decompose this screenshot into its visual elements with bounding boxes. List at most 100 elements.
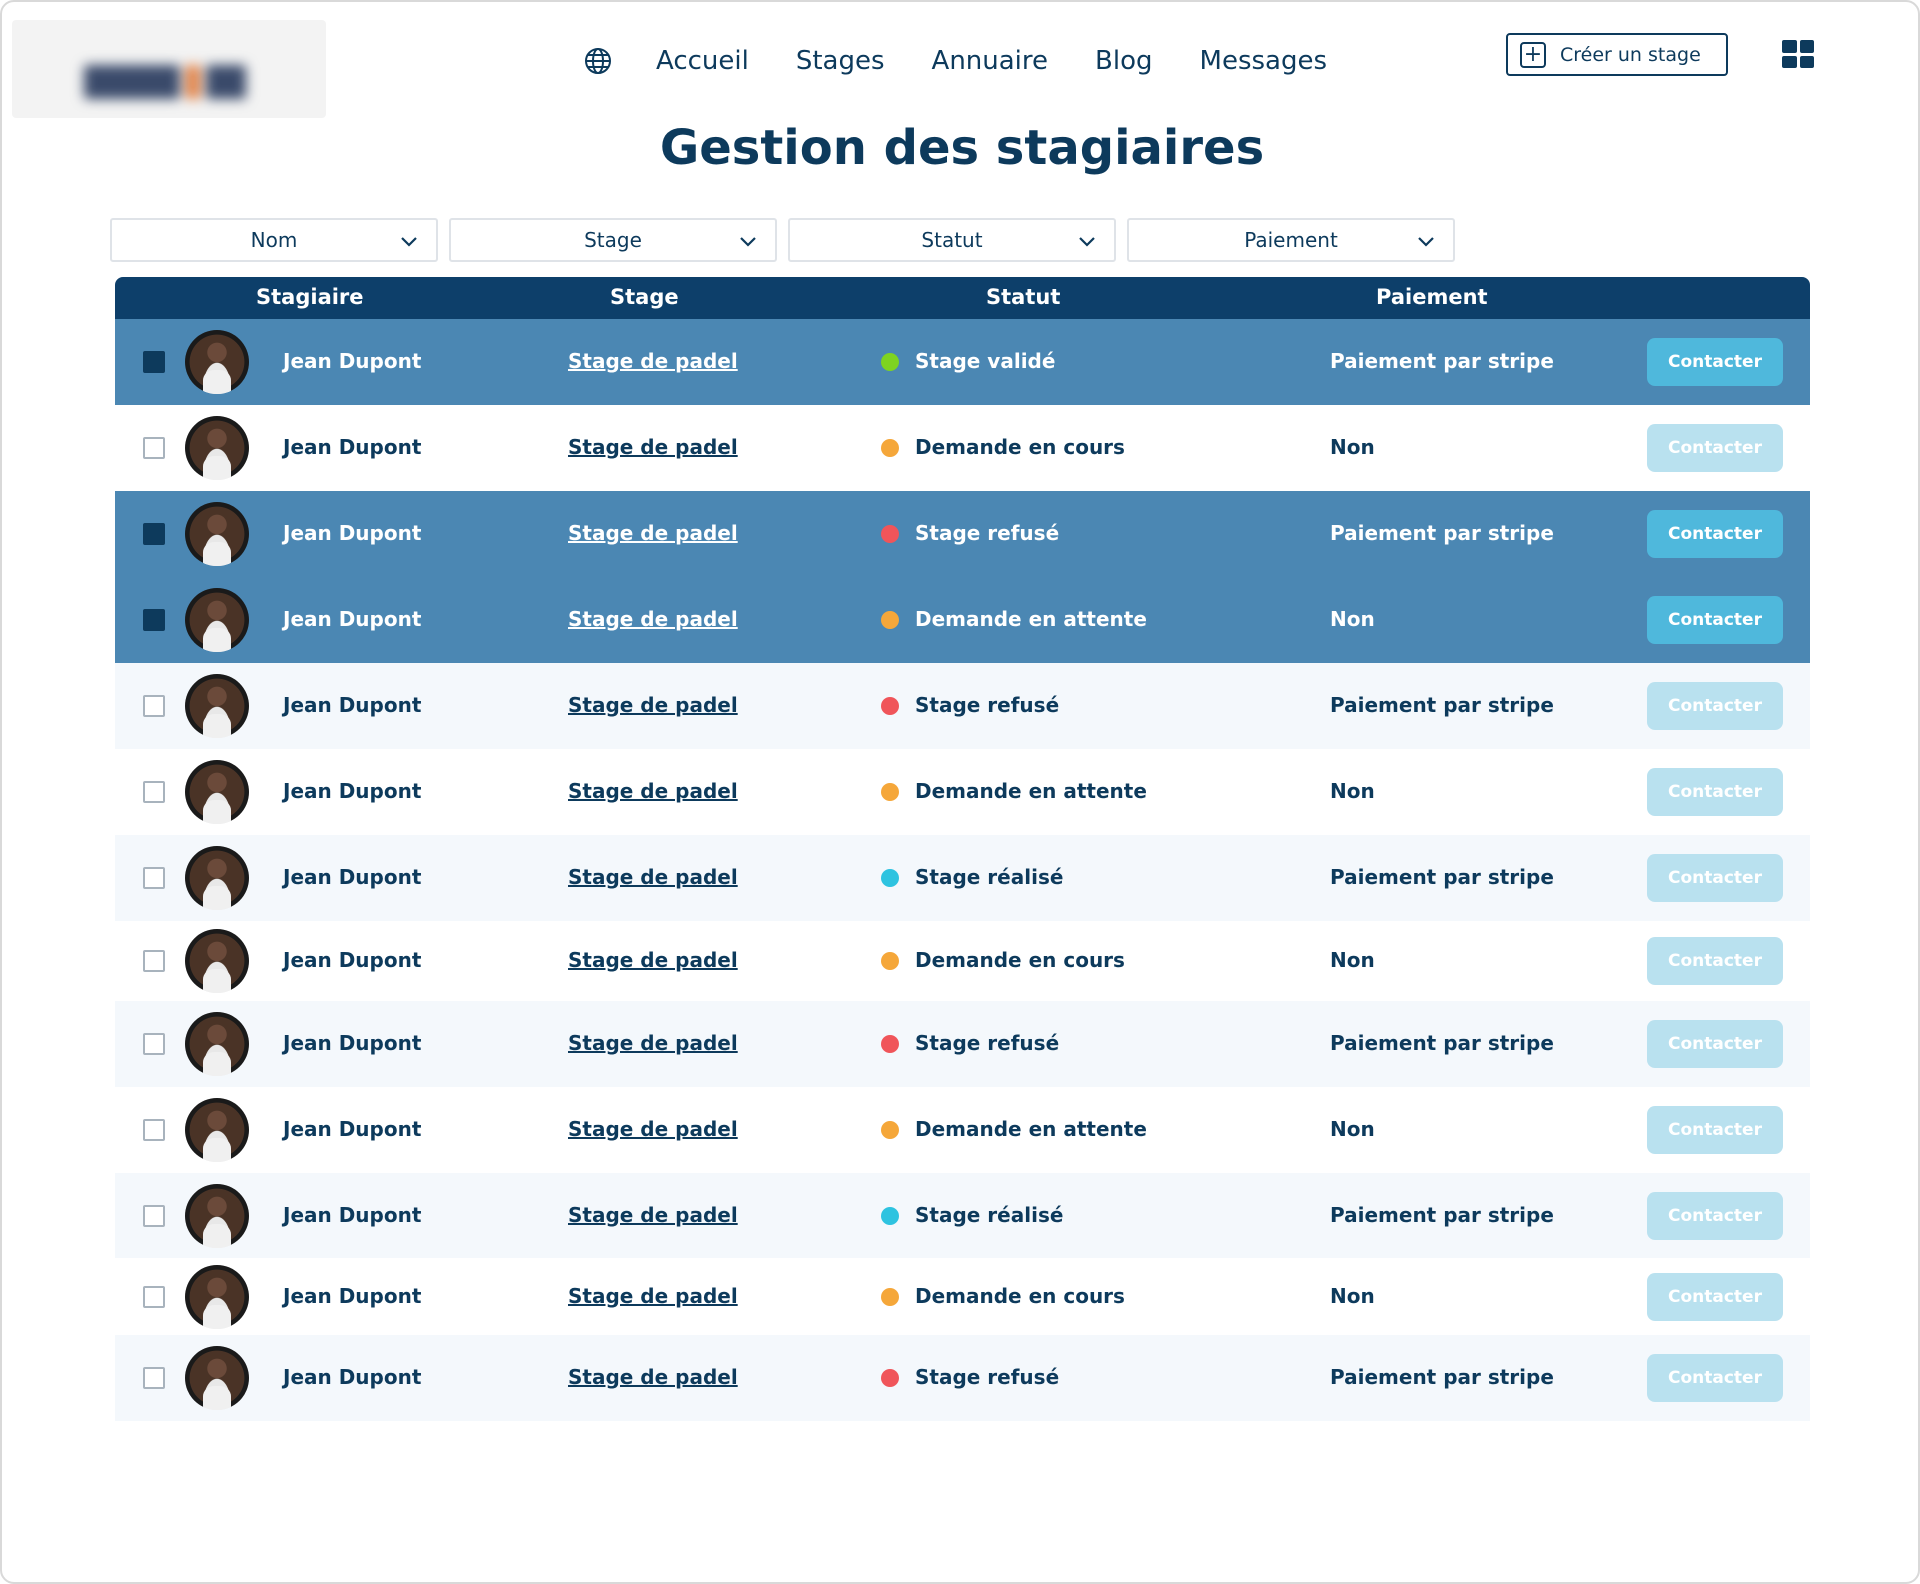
status-dot-icon <box>881 611 899 629</box>
grid-menu-icon[interactable] <box>1782 40 1814 68</box>
table-row[interactable]: Jean Dupont Stage de padel Demande en atte… <box>115 749 1810 835</box>
row-checkbox[interactable] <box>143 1285 165 1308</box>
row-checkbox[interactable] <box>143 1367 165 1389</box>
table-row[interactable]: Jean Dupont Stage de padel Demande en cour… <box>115 405 1810 491</box>
contact-button[interactable]: Contacter <box>1647 596 1783 644</box>
contact-button[interactable]: Contacter <box>1647 424 1783 472</box>
row-checkbox[interactable] <box>143 950 165 972</box>
row-checkbox[interactable] <box>143 695 165 717</box>
table-row[interactable]: Jean Dupont Stage de padel Stage refusé Pai… <box>115 1001 1810 1087</box>
row-checkbox[interactable] <box>143 1119 165 1141</box>
contact-button[interactable]: Contacter <box>1647 1191 1783 1240</box>
payment-text: Non <box>1330 779 1375 803</box>
chevron-down-icon <box>401 237 417 247</box>
row-checkbox[interactable] <box>143 781 165 803</box>
filter-bar: Nom Stage Statut Paiement <box>110 218 1455 262</box>
contact-button[interactable]: Contacter <box>1647 682 1783 730</box>
stage-link[interactable]: Stage de padel <box>568 1203 738 1227</box>
payment-text: Non <box>1330 607 1375 631</box>
stage-link[interactable]: Stage de padel <box>568 1031 738 1055</box>
stage-link[interactable]: Stage de padel <box>568 865 738 889</box>
contact-button[interactable]: Contacter <box>1647 510 1783 558</box>
nav-messages[interactable]: Messages <box>1200 46 1328 76</box>
row-checkbox[interactable] <box>143 609 165 631</box>
row-checkbox[interactable] <box>143 437 165 459</box>
contact-button[interactable]: Contacter <box>1647 1354 1783 1402</box>
stage-link[interactable]: Stage de padel <box>568 521 738 545</box>
filter-stage[interactable]: Stage <box>449 218 777 262</box>
stage-link[interactable]: Stage de padel <box>568 1117 738 1141</box>
nav-blog[interactable]: Blog <box>1095 46 1152 76</box>
globe-icon[interactable] <box>582 45 614 77</box>
avatar <box>185 1264 249 1329</box>
status-dot-icon <box>881 1287 899 1306</box>
status-dot-icon <box>881 869 899 887</box>
stage-link[interactable]: Stage de padel <box>568 349 738 373</box>
contact-button[interactable]: Contacter <box>1647 937 1783 985</box>
payment-text: Paiement par stripe <box>1330 349 1554 373</box>
filter-label: Stage <box>584 228 642 252</box>
nav-accueil[interactable]: Accueil <box>656 46 749 76</box>
intern-name: Jean Dupont <box>283 948 422 972</box>
avatar <box>185 416 249 480</box>
table-row[interactable]: Jean Dupont Stage de padel Demande en atte… <box>115 577 1810 663</box>
status-text: Demande en cours <box>915 435 1125 459</box>
nav-stages[interactable]: Stages <box>796 46 885 76</box>
avatar <box>185 1346 249 1410</box>
intern-name: Jean Dupont <box>283 521 422 545</box>
status-text: Demande en attente <box>915 607 1147 631</box>
table-row[interactable]: Jean Dupont Stage de padel Stage refusé Pai… <box>115 663 1810 749</box>
contact-button[interactable]: Contacter <box>1647 1272 1783 1321</box>
stage-link[interactable]: Stage de padel <box>568 948 738 972</box>
filter-statut[interactable]: Statut <box>788 218 1116 262</box>
status-text: Stage refusé <box>915 693 1060 717</box>
intern-name: Jean Dupont <box>283 693 422 717</box>
avatar <box>185 1012 249 1076</box>
table-row[interactable]: Jean Dupont Stage de padel Demande en atte… <box>115 1087 1810 1173</box>
row-checkbox[interactable] <box>143 351 165 373</box>
status-text: Stage refusé <box>915 1365 1060 1389</box>
intern-name: Jean Dupont <box>283 1202 422 1227</box>
contact-button[interactable]: Contacter <box>1647 338 1783 386</box>
table-row[interactable]: Jean Dupont Stage de padel Demande en cour… <box>115 921 1810 1001</box>
row-checkbox[interactable] <box>143 523 165 545</box>
table-row[interactable]: Jean Dupont Stage de padel Stage refusé Pai… <box>115 1335 1810 1421</box>
payment-text: Non <box>1330 1117 1375 1141</box>
intern-name: Jean Dupont <box>283 1117 422 1141</box>
payment-text: Paiement par stripe <box>1330 865 1554 889</box>
status-dot-icon <box>881 439 899 457</box>
avatar <box>185 846 249 910</box>
stage-link[interactable]: Stage de padel <box>568 1365 738 1389</box>
table-row[interactable]: Jean Dupont Stage de padel Stage refusé Pai… <box>115 491 1810 577</box>
avatar <box>185 502 249 566</box>
stage-link[interactable]: Stage de padel <box>568 779 738 803</box>
avatar <box>185 674 249 738</box>
status-text: Demande en attente <box>915 1117 1147 1141</box>
stage-link[interactable]: Stage de padel <box>568 693 738 717</box>
contact-button[interactable]: Contacter <box>1647 1020 1783 1068</box>
create-stage-label: Créer un stage <box>1560 43 1701 66</box>
status-text: Demande en cours <box>915 1283 1125 1308</box>
status-dot-icon <box>881 783 899 801</box>
contact-button[interactable]: Contacter <box>1647 1106 1783 1154</box>
status-dot-icon <box>881 697 899 715</box>
filter-paiement[interactable]: Paiement <box>1127 218 1455 262</box>
filter-nom[interactable]: Nom <box>110 218 438 262</box>
create-stage-button[interactable]: + Créer un stage <box>1506 33 1728 76</box>
stage-link[interactable]: Stage de padel <box>568 1284 738 1308</box>
payment-text: Paiement par stripe <box>1330 1031 1554 1055</box>
logo[interactable] <box>12 20 326 118</box>
contact-button[interactable]: Contacter <box>1647 768 1783 816</box>
stage-link[interactable]: Stage de padel <box>568 435 738 459</box>
stage-link[interactable]: Stage de padel <box>568 607 738 631</box>
table-row[interactable]: Jean Dupont Stage de padel Stage réalisé Pa… <box>115 835 1810 921</box>
table-row[interactable]: Jean Dupont Stage de padel Demande en cour… <box>115 1258 1810 1335</box>
intern-name: Jean Dupont <box>283 349 422 373</box>
table-row[interactable]: Jean Dupont Stage de padel Stage réalisé Pa… <box>115 1173 1810 1258</box>
row-checkbox[interactable] <box>143 1204 165 1227</box>
nav-annuaire[interactable]: Annuaire <box>932 46 1049 76</box>
row-checkbox[interactable] <box>143 867 165 889</box>
contact-button[interactable]: Contacter <box>1647 854 1783 902</box>
row-checkbox[interactable] <box>143 1033 165 1055</box>
table-row[interactable]: Jean Dupont Stage de padel Stage validé Pai… <box>115 319 1810 405</box>
